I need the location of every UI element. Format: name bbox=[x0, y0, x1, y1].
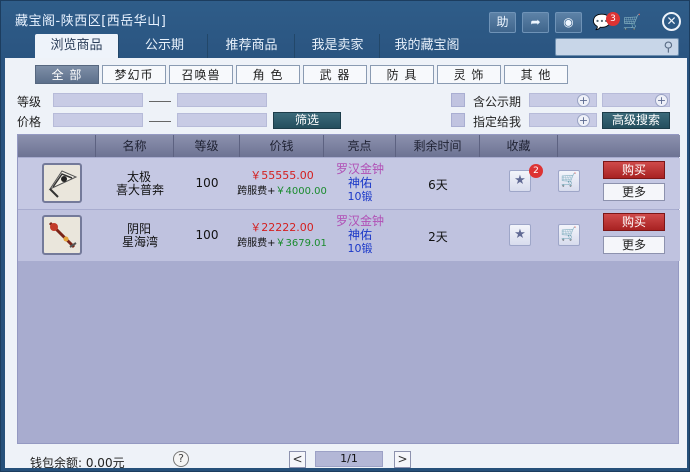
header-name[interactable]: 名称 bbox=[96, 135, 174, 157]
more-button[interactable]: 更多 bbox=[603, 183, 665, 201]
record-icon: ◉ bbox=[563, 15, 574, 29]
filter-button[interactable]: 筛选 bbox=[273, 112, 341, 129]
fee-label: 跨服费+ bbox=[237, 238, 276, 249]
header-level[interactable]: 等级 bbox=[174, 135, 240, 157]
cart-icon: 🛒 bbox=[560, 173, 578, 188]
add-to-cart-button[interactable]: 🛒 bbox=[558, 224, 580, 246]
star-icon: ★ bbox=[514, 173, 526, 188]
item-fee: 跨服费+￥4000.00 bbox=[226, 182, 338, 197]
content-panel: 全 部 梦幻币 召唤兽 角 色 武 器 防 具 灵 饰 其 他 等级 价格 筛选… bbox=[5, 58, 687, 470]
plus-icon[interactable]: + bbox=[655, 94, 668, 107]
category-other[interactable]: 其 他 bbox=[504, 65, 568, 84]
tab-seller[interactable]: 我是卖家 bbox=[296, 34, 380, 58]
favorite-button[interactable]: ★ bbox=[509, 170, 531, 192]
category-characters[interactable]: 角 色 bbox=[236, 65, 300, 84]
close-icon: ✕ bbox=[666, 14, 677, 28]
cart-icon: 🛒 bbox=[560, 227, 578, 242]
level-max-input[interactable] bbox=[177, 93, 267, 107]
plus-icon[interactable]: + bbox=[577, 114, 590, 127]
table-header: 名称 等级 价钱 亮点 剩余时间 收藏 bbox=[18, 135, 680, 157]
next-page-button[interactable]: > bbox=[394, 451, 411, 468]
help-button[interactable]: 助 bbox=[489, 12, 516, 33]
category-all[interactable]: 全 部 bbox=[35, 65, 99, 84]
star-icon: ★ bbox=[514, 227, 526, 242]
search-input[interactable]: ⚲ bbox=[555, 38, 679, 56]
category-currency[interactable]: 梦幻币 bbox=[102, 65, 166, 84]
item-name-line2: 星海湾 bbox=[121, 235, 158, 249]
tab-browse[interactable]: 浏览商品 bbox=[35, 34, 119, 58]
more-button[interactable]: 更多 bbox=[603, 236, 665, 254]
category-pets[interactable]: 召唤兽 bbox=[169, 65, 233, 84]
cart-button[interactable]: 🛒 bbox=[618, 11, 646, 33]
search-icon[interactable]: ⚲ bbox=[663, 40, 673, 55]
cangbaoge-window: 藏宝阁-陕西区[西岳华山] 助 ➦ ◉ 💬 3 🛒 ✕ 浏览商品 公示期 推荐商… bbox=[0, 0, 690, 472]
fee-label: 跨服费+ bbox=[237, 186, 276, 197]
header-highlight: 亮点 bbox=[324, 135, 396, 157]
share-button[interactable]: ➦ bbox=[522, 12, 549, 33]
price-range-dash bbox=[149, 121, 171, 122]
item-fan-icon[interactable] bbox=[42, 163, 82, 203]
header-icon-col bbox=[18, 135, 96, 157]
assigned-label: 指定给我 bbox=[473, 115, 522, 129]
item-name-line2: 喜大普奔 bbox=[115, 183, 164, 197]
category-weapons[interactable]: 武 器 bbox=[303, 65, 367, 84]
item-price: ￥55555.00 bbox=[250, 169, 314, 182]
header-time-left[interactable]: 剩余时间 bbox=[396, 135, 480, 157]
buy-button[interactable]: 购买 bbox=[603, 213, 665, 231]
item-time-left: 6天 bbox=[428, 178, 448, 192]
fee-value: ￥3679.01 bbox=[275, 238, 327, 249]
cart-icon: 🛒 bbox=[622, 13, 642, 31]
price-max-input[interactable] bbox=[177, 113, 267, 127]
page-indicator: 1/1 bbox=[315, 451, 383, 467]
assigned-checkbox[interactable] bbox=[451, 113, 465, 127]
tab-my-cangbaoge[interactable]: 我的藏宝阁 bbox=[381, 34, 473, 58]
header-price[interactable]: 价钱 bbox=[240, 135, 324, 157]
price-min-input[interactable] bbox=[53, 113, 143, 127]
header-favorite: 收藏 bbox=[480, 135, 558, 157]
header-actions bbox=[558, 135, 680, 157]
price-label: 价格 bbox=[17, 115, 42, 129]
item-highlight-3: 10锻 bbox=[347, 242, 373, 255]
favorite-badge: 2 bbox=[529, 164, 543, 178]
item-time-left: 2天 bbox=[428, 230, 448, 244]
record-button[interactable]: ◉ bbox=[555, 12, 582, 33]
level-min-input[interactable] bbox=[53, 93, 143, 107]
window-title: 藏宝阁-陕西区[西岳华山] bbox=[15, 14, 167, 29]
item-price: ￥22222.00 bbox=[250, 221, 314, 234]
add-to-cart-button[interactable]: 🛒 bbox=[558, 170, 580, 192]
level-range-dash bbox=[149, 101, 171, 102]
category-accessories[interactable]: 灵 饰 bbox=[437, 65, 501, 84]
level-label: 等级 bbox=[17, 95, 42, 109]
public-period-checkbox[interactable] bbox=[451, 93, 465, 107]
fee-value: ￥4000.00 bbox=[275, 186, 327, 197]
close-button[interactable]: ✕ bbox=[662, 12, 681, 31]
wallet-balance: 钱包余额: 0.00元 bbox=[30, 456, 125, 470]
share-arrow-icon: ➦ bbox=[530, 15, 541, 29]
advanced-search-button[interactable]: 高级搜索 bbox=[602, 112, 670, 129]
prev-page-button[interactable]: < bbox=[289, 451, 306, 468]
category-armor[interactable]: 防 具 bbox=[370, 65, 434, 84]
item-highlight-3: 10锻 bbox=[347, 190, 373, 203]
buy-button[interactable]: 购买 bbox=[603, 161, 665, 179]
goods-table: 名称 等级 价钱 亮点 剩余时间 收藏 太极 喜大普奔 100 ￥55555.0… bbox=[17, 134, 680, 444]
title-bar: 藏宝阁-陕西区[西岳华山] 助 ➦ ◉ 💬 3 🛒 ✕ bbox=[1, 1, 690, 33]
plus-icon[interactable]: + bbox=[577, 94, 590, 107]
tab-public-period[interactable]: 公示期 bbox=[122, 34, 208, 58]
table-row: 太极 喜大普奔 100 ￥55555.00 跨服费+￥4000.00 罗汉金钟 … bbox=[18, 158, 680, 209]
item-fee: 跨服费+￥3679.01 bbox=[226, 234, 338, 249]
table-row: 阴阳 星海湾 100 ￥22222.00 跨服费+￥3679.01 罗汉金钟 神… bbox=[18, 210, 680, 261]
help-icon[interactable]: ? bbox=[173, 451, 189, 467]
tab-recommended[interactable]: 推荐商品 bbox=[209, 34, 295, 58]
favorite-button[interactable]: ★ bbox=[509, 224, 531, 246]
public-period-label: 含公示期 bbox=[473, 95, 522, 109]
item-staff-icon[interactable] bbox=[42, 215, 82, 255]
